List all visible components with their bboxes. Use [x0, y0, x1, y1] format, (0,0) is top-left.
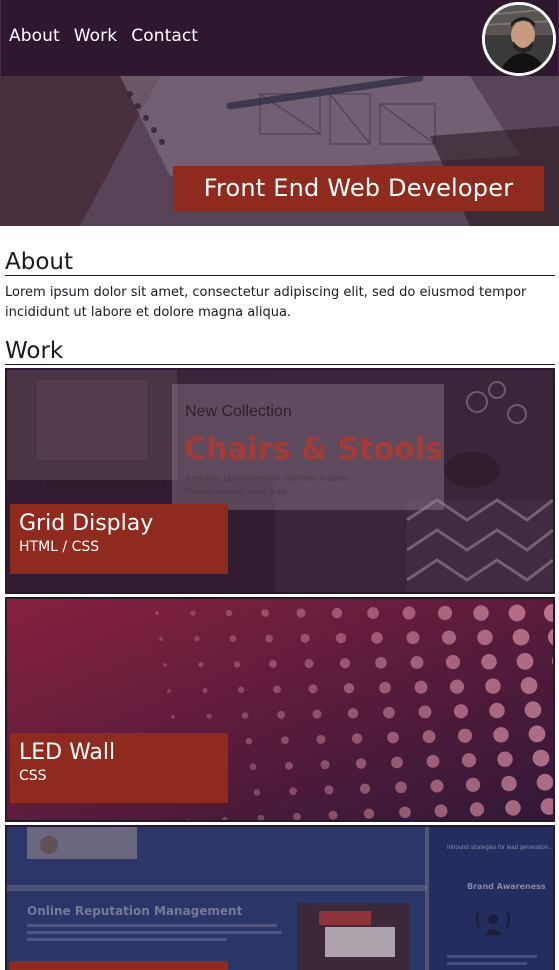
- work-card-title: Grid Display: [19, 511, 154, 536]
- work-card-caption: Grid Display HTML / CSS: [10, 504, 228, 574]
- nav-link-about[interactable]: About: [9, 26, 60, 46]
- nav-link-work[interactable]: Work: [74, 26, 117, 46]
- preview-kicker: New Collection: [185, 403, 292, 420]
- work-card-caption: LED Wall CSS: [10, 733, 228, 803]
- project-thumbnail-reputation: Online Reputation Management Inbound str…: [7, 827, 553, 970]
- main-nav: About Work Contact: [9, 26, 198, 46]
- about-heading: About: [5, 249, 555, 276]
- preview-headline: Chairs & Stools: [184, 432, 443, 467]
- site-header: About Work Contact: [0, 0, 559, 76]
- preview-line-1: Armchair upholstered in synthetic leathe…: [185, 473, 350, 483]
- work-card-led-wall[interactable]: LED Wall CSS: [5, 597, 555, 822]
- work-heading: Work: [5, 338, 555, 365]
- profile-photo: [485, 5, 553, 73]
- nav-link-contact[interactable]: Contact: [131, 26, 198, 46]
- work-card-tech: HTML / CSS: [19, 539, 100, 555]
- work-card-caption: [10, 961, 228, 970]
- work-card-reputation[interactable]: Online Reputation Management Inbound str…: [5, 825, 555, 970]
- preview-line-2: Powder coated steel legs.: [185, 486, 288, 496]
- work-card-tech: CSS: [19, 768, 47, 784]
- avatar: [482, 2, 556, 76]
- work-card-title: LED Wall: [19, 740, 116, 765]
- hero-title: Front End Web Developer: [173, 166, 544, 211]
- work-card-grid-display[interactable]: New Collection Chairs & Stools Armchair …: [5, 368, 555, 594]
- about-text: Lorem ipsum dolor sit amet, consectetur …: [5, 285, 527, 320]
